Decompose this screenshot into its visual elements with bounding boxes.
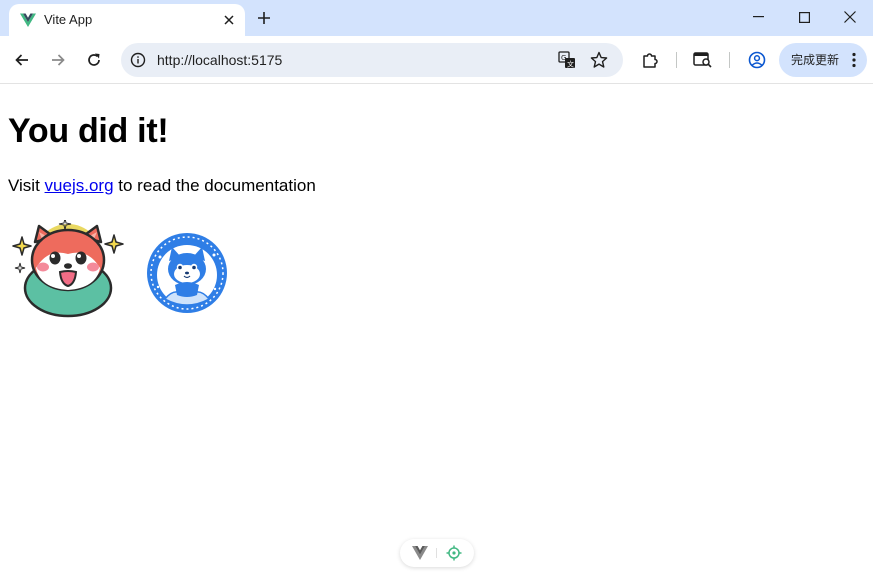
bookmark-star-icon[interactable] bbox=[589, 50, 609, 70]
more-menu-icon[interactable] bbox=[851, 52, 857, 68]
vue-devtools-toggle[interactable] bbox=[400, 539, 474, 567]
url-text[interactable]: http://localhost:5175 bbox=[157, 52, 282, 68]
finish-update-button[interactable]: 完成更新 bbox=[779, 43, 867, 77]
browser-tabstrip: Vite App bbox=[0, 0, 873, 36]
vue-logo-icon bbox=[20, 13, 36, 27]
toolbar-divider bbox=[676, 52, 677, 68]
minimize-window-icon[interactable] bbox=[735, 0, 781, 34]
toolbar-divider bbox=[729, 52, 730, 68]
intro-prefix: Visit bbox=[8, 176, 45, 195]
tab-close-icon[interactable] bbox=[219, 10, 239, 30]
forward-arrow-icon[interactable] bbox=[44, 46, 72, 74]
maximize-window-icon[interactable] bbox=[781, 0, 827, 34]
site-info-icon[interactable] bbox=[129, 51, 147, 69]
svg-text:文: 文 bbox=[567, 60, 574, 69]
address-bar[interactable]: http://localhost:5175 G文 bbox=[121, 43, 623, 77]
profile-avatar-icon[interactable] bbox=[745, 48, 769, 72]
browser-toolbar: http://localhost:5175 G文 完成更新 bbox=[0, 36, 873, 84]
browser-tab[interactable]: Vite App bbox=[9, 4, 245, 36]
intro-paragraph: Visit vuejs.org to read the documentatio… bbox=[8, 176, 316, 196]
vue-devtools-icon[interactable] bbox=[412, 546, 428, 560]
extensions-puzzle-icon[interactable] bbox=[638, 48, 662, 72]
inspect-target-icon[interactable] bbox=[446, 545, 462, 561]
intro-suffix: to read the documentation bbox=[113, 176, 316, 195]
svg-text:G: G bbox=[561, 54, 566, 62]
page-viewport: You did it! Visit vuejs.org to read the … bbox=[0, 85, 873, 577]
translate-icon[interactable]: G文 bbox=[557, 50, 577, 70]
update-button-label: 完成更新 bbox=[791, 53, 840, 67]
reload-icon[interactable] bbox=[80, 46, 108, 74]
devtools-divider bbox=[436, 548, 437, 558]
shiba-dog-logo bbox=[12, 220, 124, 318]
tab-search-icon[interactable] bbox=[691, 48, 715, 72]
close-window-icon[interactable] bbox=[827, 0, 873, 34]
page-heading: You did it! bbox=[8, 112, 169, 150]
vuejs-link[interactable]: vuejs.org bbox=[45, 176, 114, 195]
tab-title: Vite App bbox=[44, 12, 93, 27]
blue-cat-badge-logo bbox=[147, 233, 227, 313]
back-arrow-icon[interactable] bbox=[8, 46, 36, 74]
new-tab-plus-icon[interactable] bbox=[252, 6, 276, 30]
